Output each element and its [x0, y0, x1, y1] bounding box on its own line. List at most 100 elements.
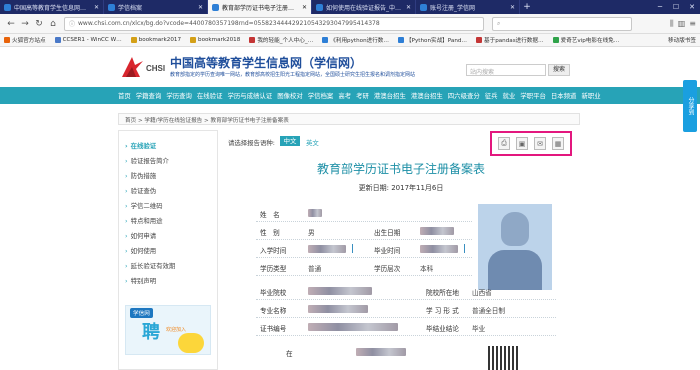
bookmark-item[interactable]: 基于pandas进行数据…	[476, 36, 544, 44]
bookmark-label: 我的轻能_个人中心_…	[257, 38, 314, 44]
nav-item[interactable]: 高考	[338, 91, 351, 100]
bookmark-item[interactable]: CCSER1 - WinCC W…	[54, 37, 122, 43]
logo-text: CHSI	[146, 64, 166, 73]
certificate-redacted	[308, 323, 398, 331]
forward-icon[interactable]: →	[18, 17, 32, 31]
nav-item[interactable]: 新职业	[581, 91, 600, 100]
nav-item[interactable]: 就业	[503, 91, 516, 100]
back-icon[interactable]: ←	[4, 17, 18, 31]
language-chinese-button[interactable]: 中文	[280, 136, 300, 146]
browser-tab-0[interactable]: 中国高等教育学生信息网（学信 ✕	[0, 0, 104, 14]
bookmark-item[interactable]: 我的轻能_个人中心_…	[249, 36, 313, 44]
nav-item[interactable]: 在线验证	[197, 91, 223, 100]
qrcode-icon[interactable]: ▦	[552, 137, 564, 150]
name-label: 姓 名	[260, 211, 280, 219]
new-tab-icon[interactable]: +	[520, 0, 534, 14]
bookmark-label: 火狐官方站点	[12, 38, 46, 44]
nav-item[interactable]: 学信档案	[308, 91, 334, 100]
close-window-icon[interactable]: ✕	[684, 0, 700, 14]
close-tab-icon[interactable]: ✕	[198, 4, 203, 11]
close-tab-icon[interactable]: ✕	[406, 4, 411, 11]
share-button[interactable]: 分享到	[683, 80, 697, 132]
verification-qrcode	[488, 346, 518, 370]
nav-item[interactable]: 考研	[356, 91, 369, 100]
browser-tab-2[interactable]: 教育部学历证书电子注册备案表 ✕	[208, 0, 312, 14]
school-label: 毕业院校	[260, 289, 287, 297]
maximize-icon[interactable]: ☐	[668, 0, 684, 14]
major-redacted	[308, 305, 368, 313]
nav-item[interactable]: 图像校对	[277, 91, 303, 100]
nav-item[interactable]: 首页	[118, 91, 131, 100]
chevron-right-icon: ›	[125, 172, 128, 180]
bookmark-favicon-icon	[398, 37, 404, 43]
sidebar-item-online-verify[interactable]: › 在线验证	[125, 141, 156, 150]
tab-title: 教育部学历证书电子注册备案表	[222, 4, 299, 12]
close-tab-icon[interactable]: ✕	[94, 4, 99, 11]
bottom-redacted	[356, 348, 406, 356]
bookmark-item[interactable]: bookmark2017	[130, 37, 181, 43]
sidebar-item-features[interactable]: › 特点和用途	[125, 216, 163, 225]
nav-item[interactable]: 学籍查询	[136, 91, 162, 100]
gender-value: 男	[308, 229, 315, 237]
site-search-button[interactable]: 搜索	[548, 64, 570, 76]
nav-item[interactable]: 学职平台	[520, 91, 546, 100]
home-icon[interactable]: ⌂	[46, 17, 60, 31]
browser-tab-1[interactable]: 学信档案 ✕	[104, 0, 208, 14]
bookmark-item[interactable]: 【Python实战】Pand…	[398, 36, 467, 44]
sidebar-item-label: 学信二维码	[130, 202, 163, 210]
language-english-link[interactable]: 英文	[306, 138, 319, 147]
save-icon[interactable]: ▣	[516, 137, 528, 150]
reload-icon[interactable]: ↻	[32, 17, 46, 31]
mobile-bookmarks[interactable]: 移动版书签	[668, 36, 696, 44]
menu-icon[interactable]: ≡	[689, 19, 696, 29]
sidebar-item-qrcode[interactable]: › 学信二维码	[125, 201, 163, 210]
main-nav: 首页 学籍查询 学历查询 在线验证 学历与成绩认证 图像校对 学信档案 高考 考研 港澳台招生 港澳…	[0, 87, 700, 104]
row-name: 姓 名	[256, 204, 472, 222]
site-search-input[interactable]: 站内搜索	[466, 64, 546, 76]
chevron-right-icon: ›	[125, 142, 128, 150]
recruit-banner[interactable]: 学信网 聘 欢迎加入	[125, 305, 211, 355]
mail-icon[interactable]: ✉	[534, 137, 546, 150]
edu-level-value: 本科	[420, 265, 434, 273]
browser-tab-4[interactable]: 账号注册_学信网 ✕	[416, 0, 520, 14]
nav-item[interactable]: 四六级查分	[448, 91, 480, 100]
nav-item[interactable]: 学历与成绩认证	[227, 91, 272, 100]
sidebar-item-how-apply[interactable]: › 如何申请	[125, 231, 156, 240]
nav-item[interactable]: 征兵	[485, 91, 498, 100]
sidebar-item-verify-fake[interactable]: › 验证查伪	[125, 186, 156, 195]
nav-item[interactable]: 港澳台招生	[374, 91, 406, 100]
row-school: 毕业院校 院校所在地 山西省	[256, 282, 556, 300]
close-tab-icon[interactable]: ✕	[510, 4, 515, 11]
main-nav-items: 首页 学籍查询 学历查询 在线验证 学历与成绩认证 图像校对 学信档案 高考 考研 港澳台招生 港澳…	[118, 87, 606, 104]
sidebar-item-label: 延长验证有效期	[130, 262, 176, 270]
library-icon[interactable]: ⫼	[670, 19, 674, 29]
info-icon[interactable]: ⓘ	[69, 19, 75, 28]
nav-item[interactable]: 港澳台招生	[411, 91, 443, 100]
breadcrumb[interactable]: 首页 > 学籍/学历在线验证报告 > 教育部学历证书电子注册备案表	[118, 113, 580, 125]
certificate-label: 证书编号	[260, 325, 287, 333]
nav-item[interactable]: 学历查询	[166, 91, 192, 100]
minimize-icon[interactable]: ─	[652, 0, 668, 14]
sidebar-icon[interactable]: ▥	[678, 19, 686, 29]
chevron-right-icon: ›	[125, 277, 128, 285]
bookmark-label: bookmark2018	[198, 37, 241, 43]
sidebar-item-how-use[interactable]: › 如何使用	[125, 246, 156, 255]
sidebar-item-label: 如何使用	[130, 247, 157, 255]
sidebar-item-report-intro[interactable]: › 验证报告简介	[125, 156, 169, 165]
row-gender: 性 别 男 出生日期	[256, 222, 472, 240]
print-icon[interactable]: ⎙	[498, 137, 510, 150]
site-title[interactable]: 中国高等教育学生信息网（学信网）	[170, 54, 362, 71]
bookmark-item[interactable]: bookmark2018	[190, 37, 240, 43]
browser-tab-3[interactable]: 如何使用在线验证报告_中国… ✕	[312, 0, 416, 14]
nav-item[interactable]: 日本频道	[551, 91, 577, 100]
bookmark-item[interactable]: 火狐官方站点	[4, 36, 46, 44]
sidebar-item-anti-fake[interactable]: › 防伪措施	[125, 171, 156, 180]
close-tab-icon[interactable]: ✕	[302, 4, 307, 11]
bookmark-item[interactable]: 《利用python进行数…	[322, 36, 389, 44]
browser-search-input[interactable]: ⌕	[492, 16, 632, 31]
address-bar[interactable]: ⓘ www.chsi.com.cn/xlcx/bg.do?vcode=44007…	[64, 16, 484, 31]
sidebar-item-extend[interactable]: › 延长验证有效期	[125, 261, 175, 270]
site-favicon-icon	[316, 3, 323, 11]
bookmark-item[interactable]: 爱奇艺vip电影在线免…	[552, 36, 619, 44]
sidebar-item-statement[interactable]: › 特别声明	[125, 276, 156, 285]
